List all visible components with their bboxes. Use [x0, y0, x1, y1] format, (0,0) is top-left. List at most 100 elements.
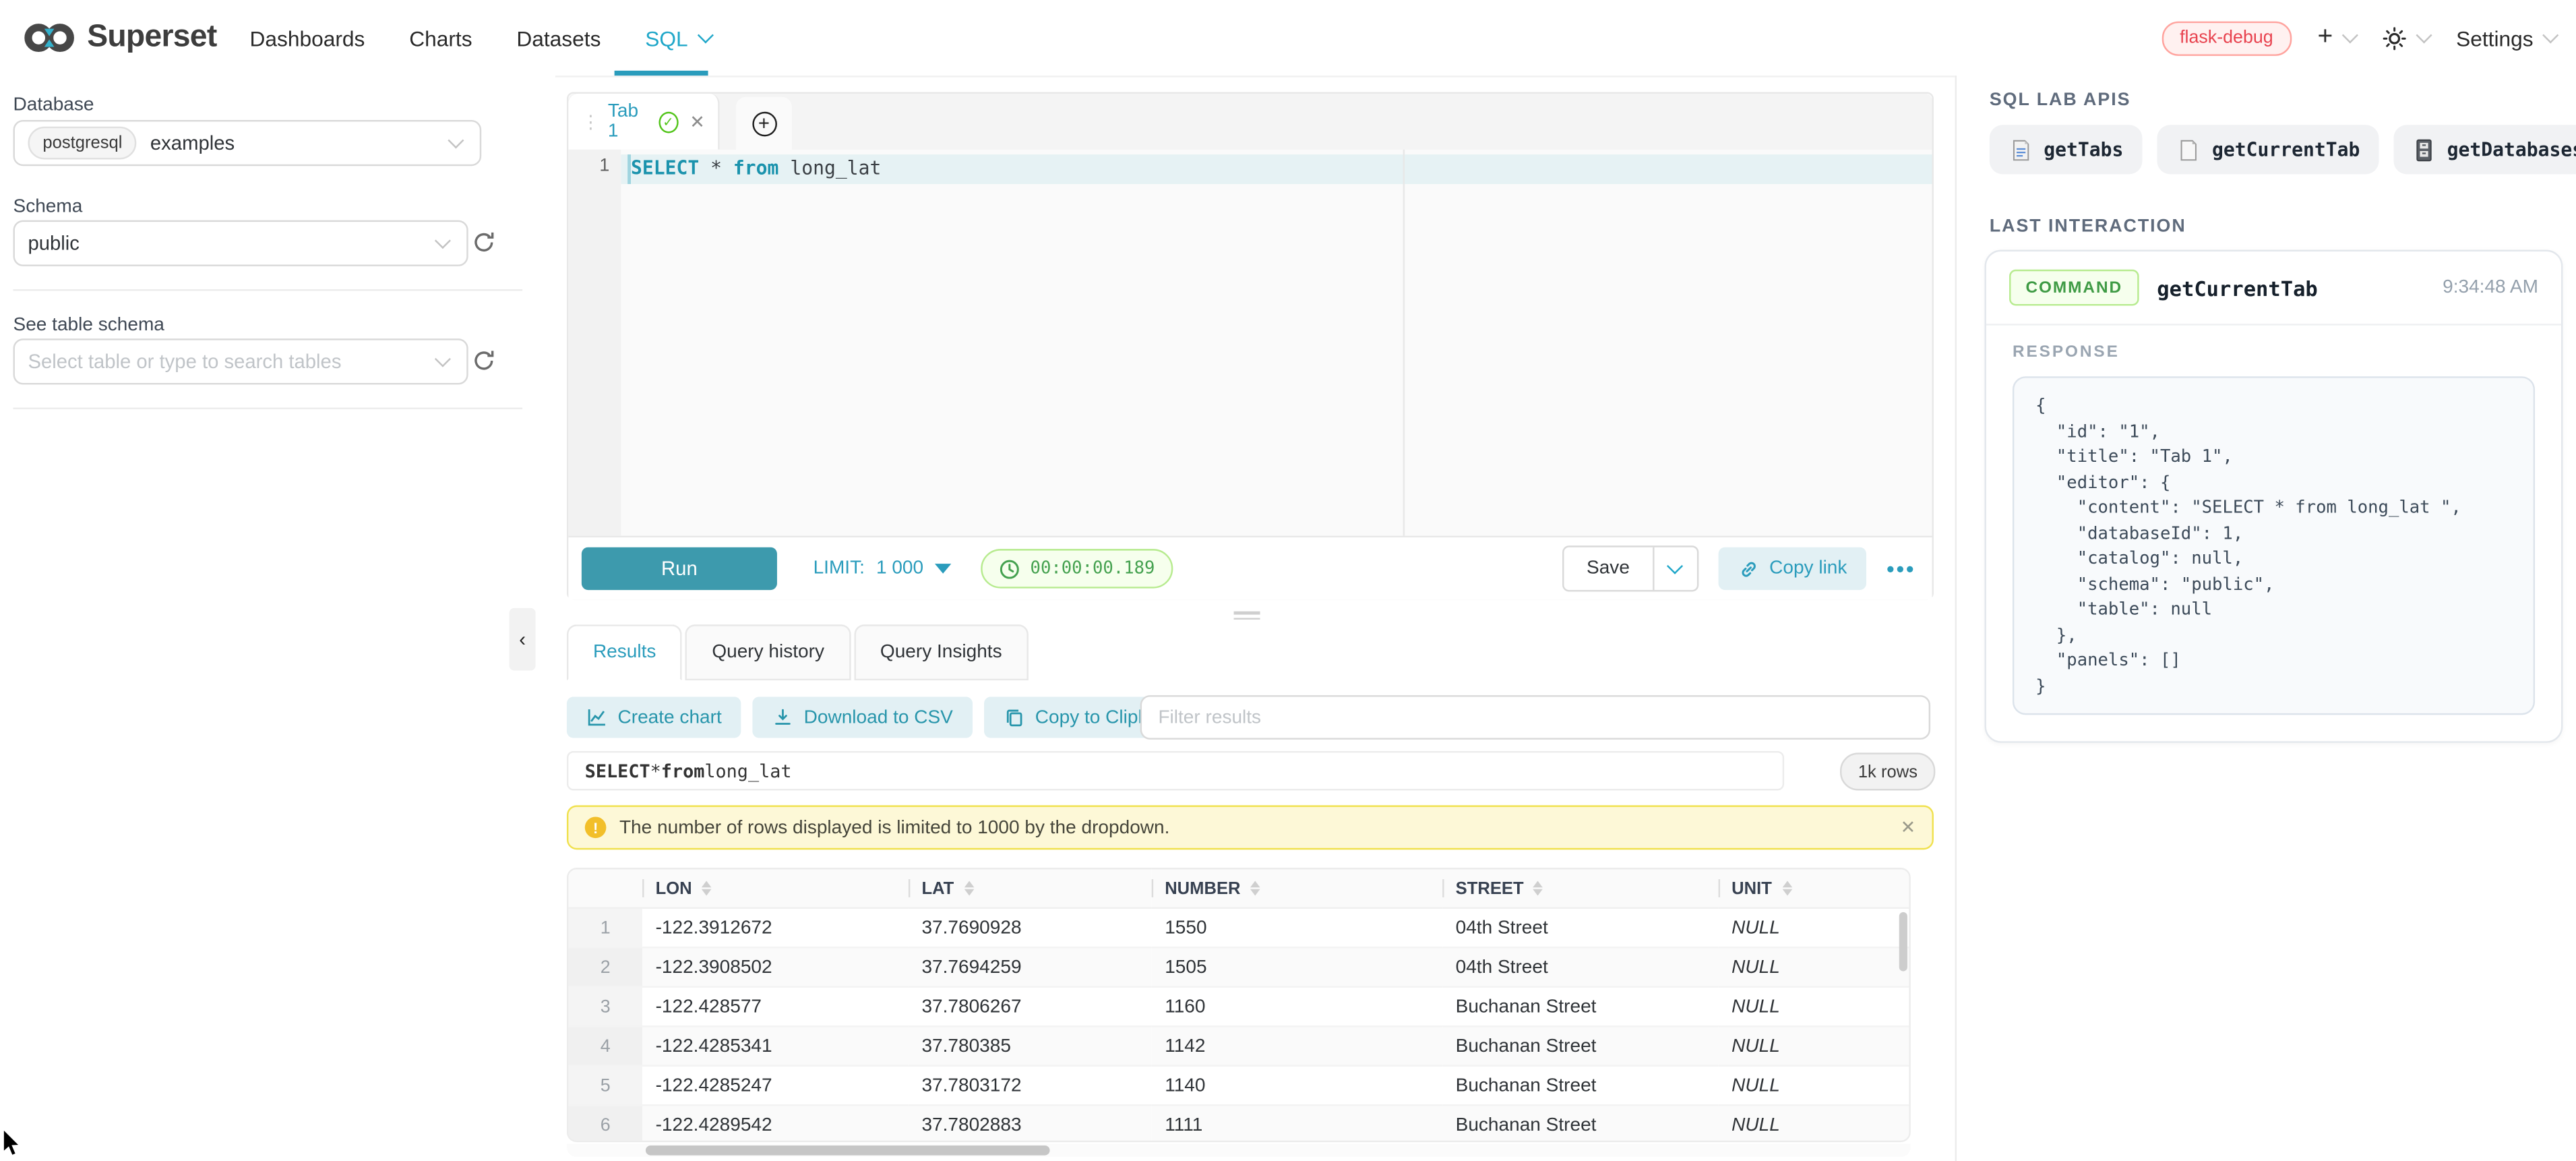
api-panel-title: SQL LAB APIS — [1990, 90, 2131, 110]
table-select[interactable]: Select table or type to search tables — [13, 338, 468, 384]
page-icon — [2178, 138, 2201, 162]
chevron-down-icon — [2416, 27, 2432, 43]
chart-icon — [586, 707, 608, 728]
response-label: RESPONSE — [2013, 343, 2120, 361]
get-databases-button[interactable]: getDatabases — [2395, 125, 2576, 174]
save-label: Save — [1564, 547, 1653, 590]
download-icon — [772, 707, 794, 728]
copy-icon — [1004, 707, 1025, 728]
chevron-down-icon — [435, 233, 451, 249]
column-header-lat[interactable]: LAT — [909, 869, 1152, 907]
results-actions: Create chart Download to CSV Copy to Cli… — [567, 697, 1206, 738]
database-label: Database — [13, 95, 94, 115]
tab-query-insights[interactable]: Query Insights — [854, 624, 1029, 680]
chevron-down-icon — [697, 27, 713, 43]
nav-dashboards[interactable]: Dashboards — [250, 26, 365, 51]
close-tab-icon[interactable]: ✕ — [689, 111, 704, 133]
settings-menu[interactable]: Settings — [2456, 26, 2556, 51]
panel-resize-handle[interactable] — [1234, 608, 1260, 623]
table-header-row: LON LAT NUMBER STREET UNIT — [568, 869, 1909, 907]
refresh-icon[interactable] — [472, 230, 497, 255]
sqllab-api-panel: SQL LAB APIS getTabs getCurrentTab — [1955, 76, 2576, 1161]
filter-results-input[interactable] — [1140, 695, 1930, 740]
superset-logo-icon — [23, 20, 75, 56]
last-interaction-card: COMMAND getCurrentTab 9:34:48 AM RESPONS… — [1985, 250, 2563, 743]
new-tab-button[interactable]: + — [736, 97, 792, 150]
interaction-timestamp: 9:34:48 AM — [2443, 278, 2538, 297]
settings-label: Settings — [2456, 26, 2534, 51]
save-options-button[interactable] — [1653, 547, 1697, 590]
horizontal-scrollbar[interactable] — [646, 1145, 1050, 1156]
top-navbar: Superset Dashboards Charts Datasets SQL … — [0, 0, 2576, 78]
sort-icon[interactable] — [702, 881, 712, 896]
save-button[interactable]: Save — [1562, 545, 1698, 591]
nav-sql[interactable]: SQL — [645, 26, 711, 51]
run-button[interactable]: Run — [582, 547, 777, 590]
get-current-tab-button[interactable]: getCurrentTab — [2158, 125, 2380, 174]
editor-toolbar: Run LIMIT: 1 000 00:00:00.189 Save — [568, 536, 1932, 600]
results-tabbar: Results Query history Query Insights — [567, 624, 1029, 680]
nav-charts[interactable]: Charts — [409, 26, 472, 51]
new-tab-icon: + — [752, 111, 776, 136]
row-number-header — [568, 869, 642, 907]
warning-icon: ! — [585, 816, 607, 838]
database-select[interactable]: postgresql examples — [13, 120, 482, 166]
schema-select[interactable]: public — [13, 220, 468, 266]
response-code-block: { "id": "1", "title": "Tab 1", "editor":… — [2013, 376, 2535, 715]
line-number: 1 — [599, 156, 609, 176]
sort-icon[interactable] — [1781, 881, 1791, 896]
copy-link-button[interactable]: Copy link — [1719, 547, 1867, 590]
chevron-down-icon — [2542, 27, 2558, 43]
collapse-sidebar-button[interactable]: ‹ — [510, 608, 536, 671]
tab-results[interactable]: Results — [567, 624, 683, 680]
refresh-icon[interactable] — [472, 349, 497, 374]
close-warning-icon[interactable]: ✕ — [1901, 816, 1915, 838]
chevron-down-icon — [2342, 27, 2358, 43]
app-root: Superset Dashboards Charts Datasets SQL … — [0, 0, 2576, 1161]
check-circle-icon: ✓ — [658, 111, 678, 133]
drag-handle-icon[interactable]: ⋮ — [582, 111, 600, 133]
chevron-down-icon — [448, 132, 464, 148]
new-item-menu[interactable]: + — [2318, 23, 2356, 53]
more-actions-button[interactable]: ••• — [1887, 556, 1915, 582]
sort-icon[interactable] — [1250, 881, 1260, 896]
column-header-unit[interactable]: UNIT — [1719, 869, 1909, 907]
sort-icon[interactable] — [964, 881, 974, 896]
caret-down-icon — [935, 564, 951, 574]
file-cabinet-icon — [2414, 138, 2436, 162]
results-table: LON LAT NUMBER STREET UNIT 1 -122.391267… — [568, 869, 1909, 1142]
mouse-cursor — [1, 1127, 23, 1158]
executed-query-preview: SELECT * from long_lat — [567, 751, 1784, 791]
sqllab-left-sidebar: Database postgresql examples Schema publ… — [0, 76, 555, 1160]
vertical-scrollbar[interactable] — [1899, 912, 1907, 972]
create-chart-button[interactable]: Create chart — [567, 697, 741, 738]
link-icon — [1738, 558, 1760, 580]
sort-icon[interactable] — [1533, 881, 1543, 896]
row-limit-warning: ! The number of rows displayed is limite… — [567, 805, 1934, 850]
brand-name: Superset — [87, 20, 216, 56]
print-margin-line — [1403, 150, 1405, 536]
bookmark-tabs-icon — [2009, 138, 2032, 162]
table-schema-label: See table schema — [13, 316, 164, 335]
response-json: { "id": "1", "title": "Tab 1", "editor":… — [2035, 394, 2512, 700]
limit-dropdown[interactable]: LIMIT: 1 000 — [814, 559, 952, 578]
column-header-lon[interactable]: LON — [642, 869, 909, 907]
theme-menu[interactable] — [2382, 26, 2430, 51]
editor-tab-1[interactable]: ⋮ Tab 1 ✓ ✕ — [568, 94, 719, 150]
column-header-number[interactable]: NUMBER — [1152, 869, 1442, 907]
active-nav-indicator — [615, 71, 708, 76]
nav-datasets[interactable]: Datasets — [516, 26, 601, 51]
collapse-left-icon: ‹ — [519, 628, 526, 651]
superset-logo[interactable]: Superset — [23, 0, 216, 76]
database-type-tag: postgresql — [28, 127, 137, 160]
get-tabs-button[interactable]: getTabs — [1990, 125, 2143, 174]
tab-query-history[interactable]: Query history — [685, 624, 851, 680]
table-row: 4 -122.4285341 37.780385 1142 Buchanan S… — [568, 1026, 1909, 1066]
sql-code-editor[interactable]: 1 SELECT * from long_lat — [568, 150, 1932, 536]
sql-editor-card: ⋮ Tab 1 ✓ ✕ + 1 SELECT * from long_lat — [567, 92, 1934, 600]
column-header-street[interactable]: STREET — [1442, 869, 1719, 907]
download-csv-button[interactable]: Download to CSV — [753, 697, 973, 738]
database-value: examples — [150, 131, 235, 154]
sqllab-main-panel: ⋮ Tab 1 ✓ ✕ + 1 SELECT * from long_lat — [557, 76, 1955, 1161]
tab-title: Tab 1 — [608, 102, 650, 142]
